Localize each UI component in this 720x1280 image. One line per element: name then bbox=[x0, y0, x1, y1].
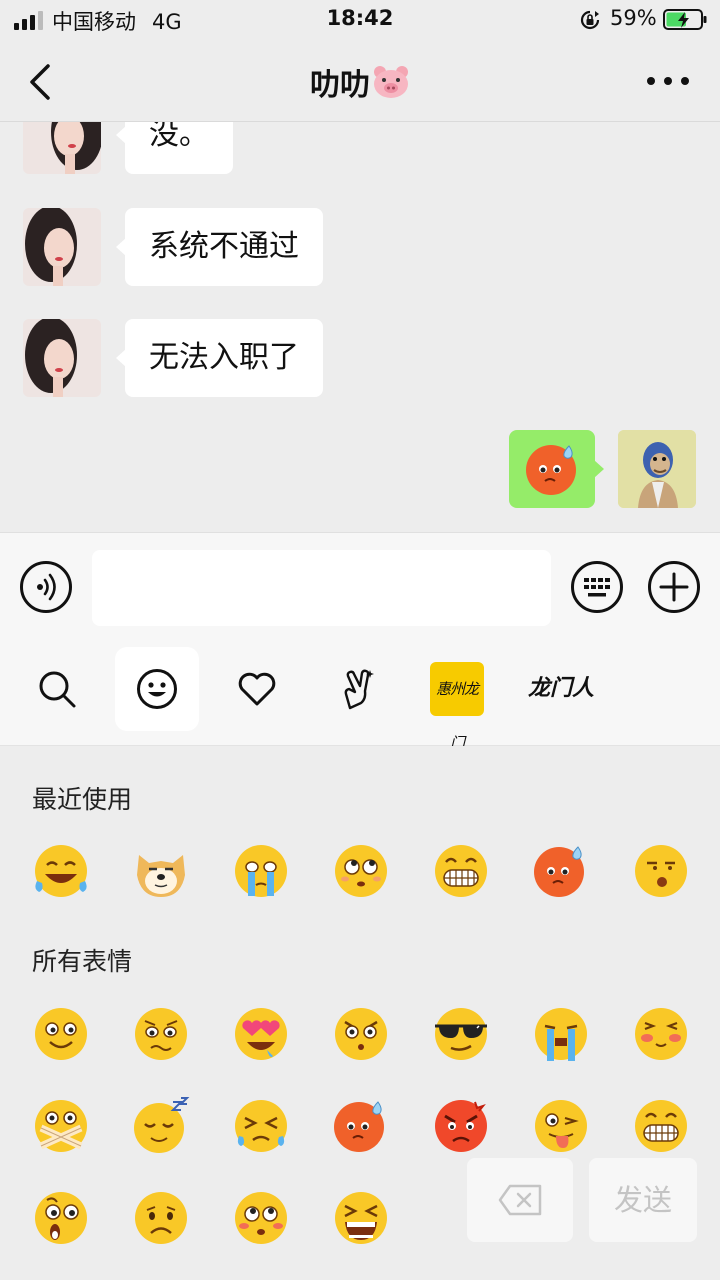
chat-header: 叻叻 bbox=[0, 40, 720, 122]
message-list[interactable]: 没。 系统不通过 无法入职了 bbox=[0, 122, 720, 532]
voice-icon bbox=[37, 573, 56, 601]
grinning-emoji[interactable] bbox=[431, 841, 491, 901]
avatar[interactable] bbox=[23, 208, 101, 286]
tab-favorites[interactable] bbox=[215, 647, 299, 731]
loud-crying-emoji[interactable] bbox=[531, 1004, 591, 1064]
shut-mouth-emoji[interactable] bbox=[31, 1096, 91, 1156]
voice-button[interactable] bbox=[20, 561, 72, 613]
message-bubble[interactable]: 系统不通过 bbox=[116, 208, 323, 286]
heart-eyes-emoji[interactable] bbox=[231, 1004, 291, 1064]
message-bubble[interactable]: 无法入职了 bbox=[116, 319, 323, 397]
sweat-red-face-emoji bbox=[526, 445, 576, 495]
rage-emoji[interactable] bbox=[431, 1096, 491, 1156]
message-input[interactable] bbox=[92, 550, 551, 626]
tab-search[interactable] bbox=[15, 647, 99, 731]
tab-gestures[interactable] bbox=[315, 647, 399, 731]
status-bar: 中国移动 4G 18:42 59% bbox=[0, 0, 720, 40]
send-button[interactable]: 发送 bbox=[589, 1158, 697, 1242]
my-message-bubble[interactable] bbox=[509, 430, 604, 508]
crying-emoji[interactable] bbox=[231, 841, 291, 901]
my-avatar[interactable] bbox=[618, 430, 696, 508]
persevering-emoji[interactable] bbox=[231, 1096, 291, 1156]
pleading-emoji[interactable] bbox=[231, 1188, 291, 1248]
section-title-all: 所有表情 bbox=[32, 947, 133, 976]
plus-button[interactable] bbox=[648, 561, 700, 613]
emoji-tab-bar: 惠州龙门 龙门人 bbox=[0, 640, 720, 752]
smiley-icon bbox=[137, 669, 177, 709]
battery-icon bbox=[663, 9, 707, 30]
tab-emoji[interactable] bbox=[115, 647, 199, 731]
whistling-emoji[interactable] bbox=[631, 841, 691, 901]
battery-percent: 59% bbox=[610, 6, 657, 30]
rotation-lock-icon bbox=[580, 10, 600, 30]
keyboard-button[interactable] bbox=[571, 561, 623, 613]
avatar[interactable] bbox=[23, 122, 101, 174]
sunglasses-emoji[interactable] bbox=[431, 1004, 491, 1064]
doge-emoji[interactable] bbox=[131, 841, 191, 901]
tab-sticker-text[interactable]: 龙门人 bbox=[528, 670, 594, 702]
smile-emoji[interactable] bbox=[31, 1004, 91, 1064]
tears-of-joy-emoji[interactable] bbox=[31, 841, 91, 901]
backspace-icon bbox=[498, 1184, 542, 1216]
sweat-red-face-emoji[interactable] bbox=[331, 1096, 391, 1156]
sleepy-emoji[interactable] bbox=[131, 1096, 191, 1156]
heart-icon bbox=[238, 672, 276, 706]
pig-face-icon bbox=[374, 66, 408, 98]
message-bubble[interactable]: 没。 bbox=[116, 122, 233, 174]
tongue-wink-emoji[interactable] bbox=[531, 1096, 591, 1156]
victory-hand-icon bbox=[344, 669, 374, 710]
shocked-emoji[interactable] bbox=[31, 1188, 91, 1248]
keyboard-icon bbox=[584, 578, 610, 597]
input-bar bbox=[0, 532, 720, 640]
worried-emoji[interactable] bbox=[131, 1004, 191, 1064]
delete-button[interactable] bbox=[467, 1158, 573, 1242]
angry-stare-emoji[interactable] bbox=[331, 1004, 391, 1064]
frowning-emoji[interactable] bbox=[131, 1188, 191, 1248]
plus-icon bbox=[659, 572, 689, 602]
avatar[interactable] bbox=[23, 319, 101, 397]
section-title-recent: 最近使用 bbox=[32, 785, 133, 814]
more-dots-icon[interactable] bbox=[646, 76, 690, 86]
search-icon bbox=[39, 671, 76, 708]
shy-emoji[interactable] bbox=[631, 1004, 691, 1064]
tab-sticker-pack[interactable]: 惠州龙门 bbox=[430, 662, 484, 752]
tired-face-emoji[interactable] bbox=[331, 1188, 391, 1248]
chat-title: 叻叻 bbox=[0, 60, 720, 104]
grinning-emoji[interactable] bbox=[631, 1096, 691, 1156]
sweat-red-face-emoji[interactable] bbox=[531, 841, 591, 901]
emoji-panel: 最近使用 所有表情 发送 bbox=[0, 746, 720, 1280]
rolling-eyes-emoji[interactable] bbox=[331, 841, 391, 901]
